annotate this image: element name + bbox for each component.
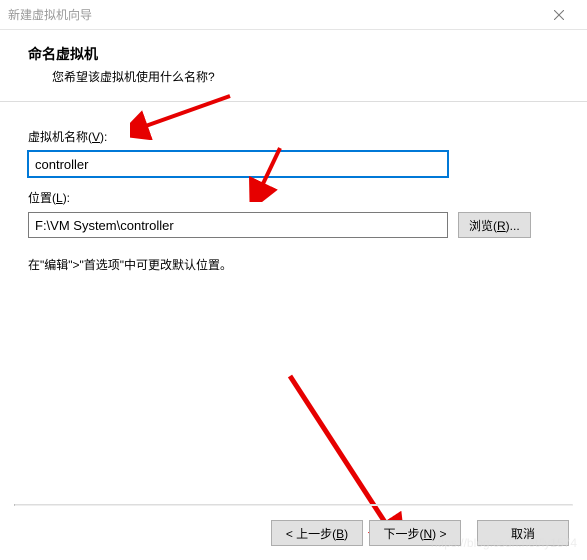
page-subtitle: 您希望该虚拟机使用什么名称? bbox=[52, 68, 559, 85]
location-input[interactable] bbox=[28, 212, 448, 238]
browse-button[interactable]: 浏览(R)... bbox=[458, 212, 531, 238]
vm-name-label: 虚拟机名称(V): bbox=[28, 128, 559, 145]
location-field: 位置(L): 浏览(R)... bbox=[28, 189, 559, 238]
vm-name-input[interactable] bbox=[28, 151, 448, 177]
wizard-header: 命名虚拟机 您希望该虚拟机使用什么名称? bbox=[0, 30, 587, 101]
watermark: https://blog.csdn.net/ly1574 bbox=[431, 536, 577, 550]
default-location-note: 在"编辑">"首选项"中可更改默认位置。 bbox=[28, 256, 559, 273]
page-title: 命名虚拟机 bbox=[28, 44, 559, 64]
vm-name-field: 虚拟机名称(V): bbox=[28, 128, 559, 177]
close-button[interactable] bbox=[539, 1, 579, 29]
location-label: 位置(L): bbox=[28, 189, 559, 206]
footer-divider bbox=[14, 504, 573, 506]
back-button[interactable]: < 上一步(B) bbox=[271, 520, 363, 546]
close-icon bbox=[554, 10, 564, 20]
window-title: 新建虚拟机向导 bbox=[8, 6, 539, 23]
annotation-arrow-next bbox=[280, 370, 410, 540]
titlebar: 新建虚拟机向导 bbox=[0, 0, 587, 30]
location-row: 浏览(R)... bbox=[28, 212, 559, 238]
wizard-content: 虚拟机名称(V): 位置(L): 浏览(R)... 在"编辑">"首选项"中可更… bbox=[0, 102, 587, 273]
